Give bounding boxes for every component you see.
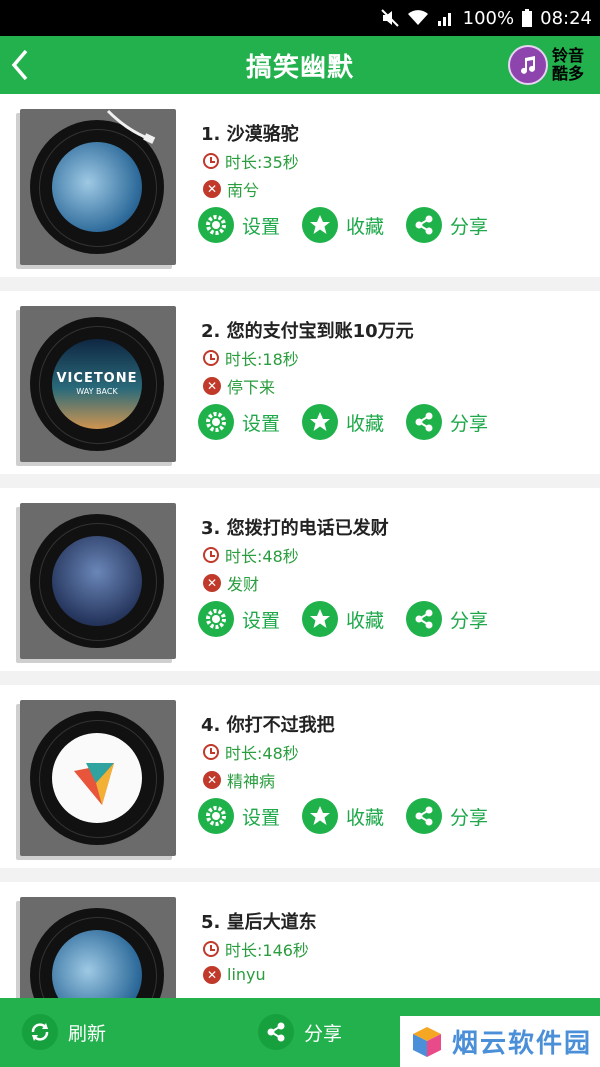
list-item[interactable]: 3. 您拨打的电话已发财 时长:48秒 ✕ 发财 设置 收藏 分享 bbox=[0, 488, 600, 671]
favorite-button[interactable]: 收藏 bbox=[302, 798, 384, 834]
list-item[interactable]: 1. 沙漠骆驼 时长:35秒 ✕ 南兮 设置 收藏 分享 bbox=[0, 94, 600, 277]
song-singer: ✕ 发财 bbox=[203, 571, 259, 595]
clock-icon bbox=[203, 153, 219, 169]
ringtone-list[interactable]: 1. 沙漠骆驼 时长:35秒 ✕ 南兮 设置 收藏 分享 VICETONE WAY… bbox=[0, 94, 600, 998]
list-item[interactable]: 4. 你打不过我把 时长:48秒 ✕ 精神病 设置 收藏 分享 bbox=[0, 685, 600, 868]
settings-button[interactable]: 设置 bbox=[198, 601, 280, 637]
favorite-button[interactable]: 收藏 bbox=[302, 601, 384, 637]
star-icon bbox=[302, 207, 339, 243]
favorite-button[interactable]: 收藏 bbox=[302, 207, 384, 243]
vinyl-disc bbox=[30, 514, 164, 648]
person-icon: ✕ bbox=[203, 180, 221, 198]
clock-icon bbox=[203, 941, 219, 957]
action-row: 设置 收藏 分享 bbox=[198, 798, 488, 834]
song-title: 2. 您的支付宝到账10万元 bbox=[201, 321, 414, 342]
status-bar: 100% 08:24 bbox=[0, 0, 600, 36]
gear-icon bbox=[198, 798, 234, 834]
song-title: 1. 沙漠骆驼 bbox=[201, 124, 299, 145]
cube-logo-icon bbox=[413, 1026, 441, 1057]
album-cover[interactable] bbox=[20, 503, 176, 659]
settings-button[interactable]: 设置 bbox=[198, 798, 280, 834]
refresh-icon bbox=[22, 1014, 58, 1050]
album-artist-text: VICETONE bbox=[56, 371, 138, 386]
album-cover[interactable] bbox=[20, 897, 176, 998]
star-icon bbox=[302, 601, 339, 637]
settings-button[interactable]: 设置 bbox=[198, 404, 280, 440]
song-singer: ✕ 南兮 bbox=[203, 177, 259, 201]
bottom-share-button[interactable]: 分享 bbox=[258, 1012, 342, 1052]
song-singer: ✕ 精神病 bbox=[203, 768, 275, 792]
share-icon bbox=[406, 601, 443, 637]
vinyl-disc: VICETONE WAY BACK bbox=[30, 317, 164, 451]
clock-icon bbox=[203, 350, 219, 366]
album-name-text: WAY BACK bbox=[76, 387, 118, 396]
list-item[interactable]: VICETONE WAY BACK 2. 您的支付宝到账10万元 时长:18秒 … bbox=[0, 291, 600, 474]
share-icon bbox=[406, 798, 443, 834]
watermark: 烟云软件园 bbox=[400, 1016, 600, 1067]
song-singer: ✕ linyu bbox=[203, 965, 266, 984]
mute-icon bbox=[380, 9, 399, 27]
back-button[interactable] bbox=[0, 36, 40, 94]
song-singer: ✕ 停下来 bbox=[203, 374, 275, 398]
star-icon bbox=[302, 798, 339, 834]
person-icon: ✕ bbox=[203, 771, 221, 789]
action-row: 设置 收藏 分享 bbox=[198, 207, 488, 243]
song-duration: 时长:146秒 bbox=[203, 937, 309, 961]
gear-icon bbox=[198, 207, 234, 243]
wifi-icon bbox=[407, 10, 428, 25]
battery-percent: 100% bbox=[462, 7, 515, 29]
refresh-button[interactable]: 刷新 bbox=[22, 1012, 106, 1052]
person-icon: ✕ bbox=[203, 377, 221, 395]
album-cover[interactable] bbox=[20, 109, 176, 265]
gear-icon bbox=[198, 601, 234, 637]
share-button[interactable]: 分享 bbox=[406, 207, 488, 243]
signal-icon bbox=[437, 13, 451, 26]
top-app-bar: 搞笑幽默 铃音酷多 bbox=[0, 36, 600, 94]
star-icon bbox=[302, 404, 339, 440]
song-duration: 时长:48秒 bbox=[203, 543, 299, 567]
song-duration: 时长:35秒 bbox=[203, 149, 299, 173]
battery-icon bbox=[522, 9, 533, 27]
vinyl-disc bbox=[30, 908, 164, 998]
clock-icon bbox=[203, 744, 219, 760]
clock-icon bbox=[203, 547, 219, 563]
song-title: 3. 您拨打的电话已发财 bbox=[201, 518, 389, 539]
share-button[interactable]: 分享 bbox=[406, 601, 488, 637]
gear-icon bbox=[198, 404, 234, 440]
person-icon: ✕ bbox=[203, 965, 221, 984]
vinyl-disc bbox=[30, 711, 164, 845]
share-icon bbox=[258, 1014, 294, 1050]
song-duration: 时长:18秒 bbox=[203, 346, 299, 370]
music-note-icon bbox=[508, 45, 548, 85]
share-button[interactable]: 分享 bbox=[406, 798, 488, 834]
brand-name: 铃音酷多 bbox=[552, 46, 585, 83]
song-title: 5. 皇后大道东 bbox=[201, 912, 317, 933]
favorite-button[interactable]: 收藏 bbox=[302, 404, 384, 440]
action-row: 设置 收藏 分享 bbox=[198, 601, 488, 637]
list-item[interactable]: 5. 皇后大道东 时长:146秒 ✕ linyu bbox=[0, 882, 600, 998]
song-title: 4. 你打不过我把 bbox=[201, 715, 335, 736]
tonearm-icon bbox=[106, 109, 156, 144]
song-duration: 时长:48秒 bbox=[203, 740, 299, 764]
person-icon: ✕ bbox=[203, 574, 221, 592]
brand-logo-button[interactable]: 铃音酷多 bbox=[508, 43, 592, 87]
chevron-left-icon bbox=[11, 49, 28, 81]
action-row: 设置 收藏 分享 bbox=[198, 404, 488, 440]
album-cover[interactable] bbox=[20, 700, 176, 856]
clock-time: 08:24 bbox=[540, 7, 592, 29]
settings-button[interactable]: 设置 bbox=[198, 207, 280, 243]
album-cover[interactable]: VICETONE WAY BACK bbox=[20, 306, 176, 462]
share-button[interactable]: 分享 bbox=[406, 404, 488, 440]
share-icon bbox=[406, 404, 443, 440]
share-icon bbox=[406, 207, 443, 243]
